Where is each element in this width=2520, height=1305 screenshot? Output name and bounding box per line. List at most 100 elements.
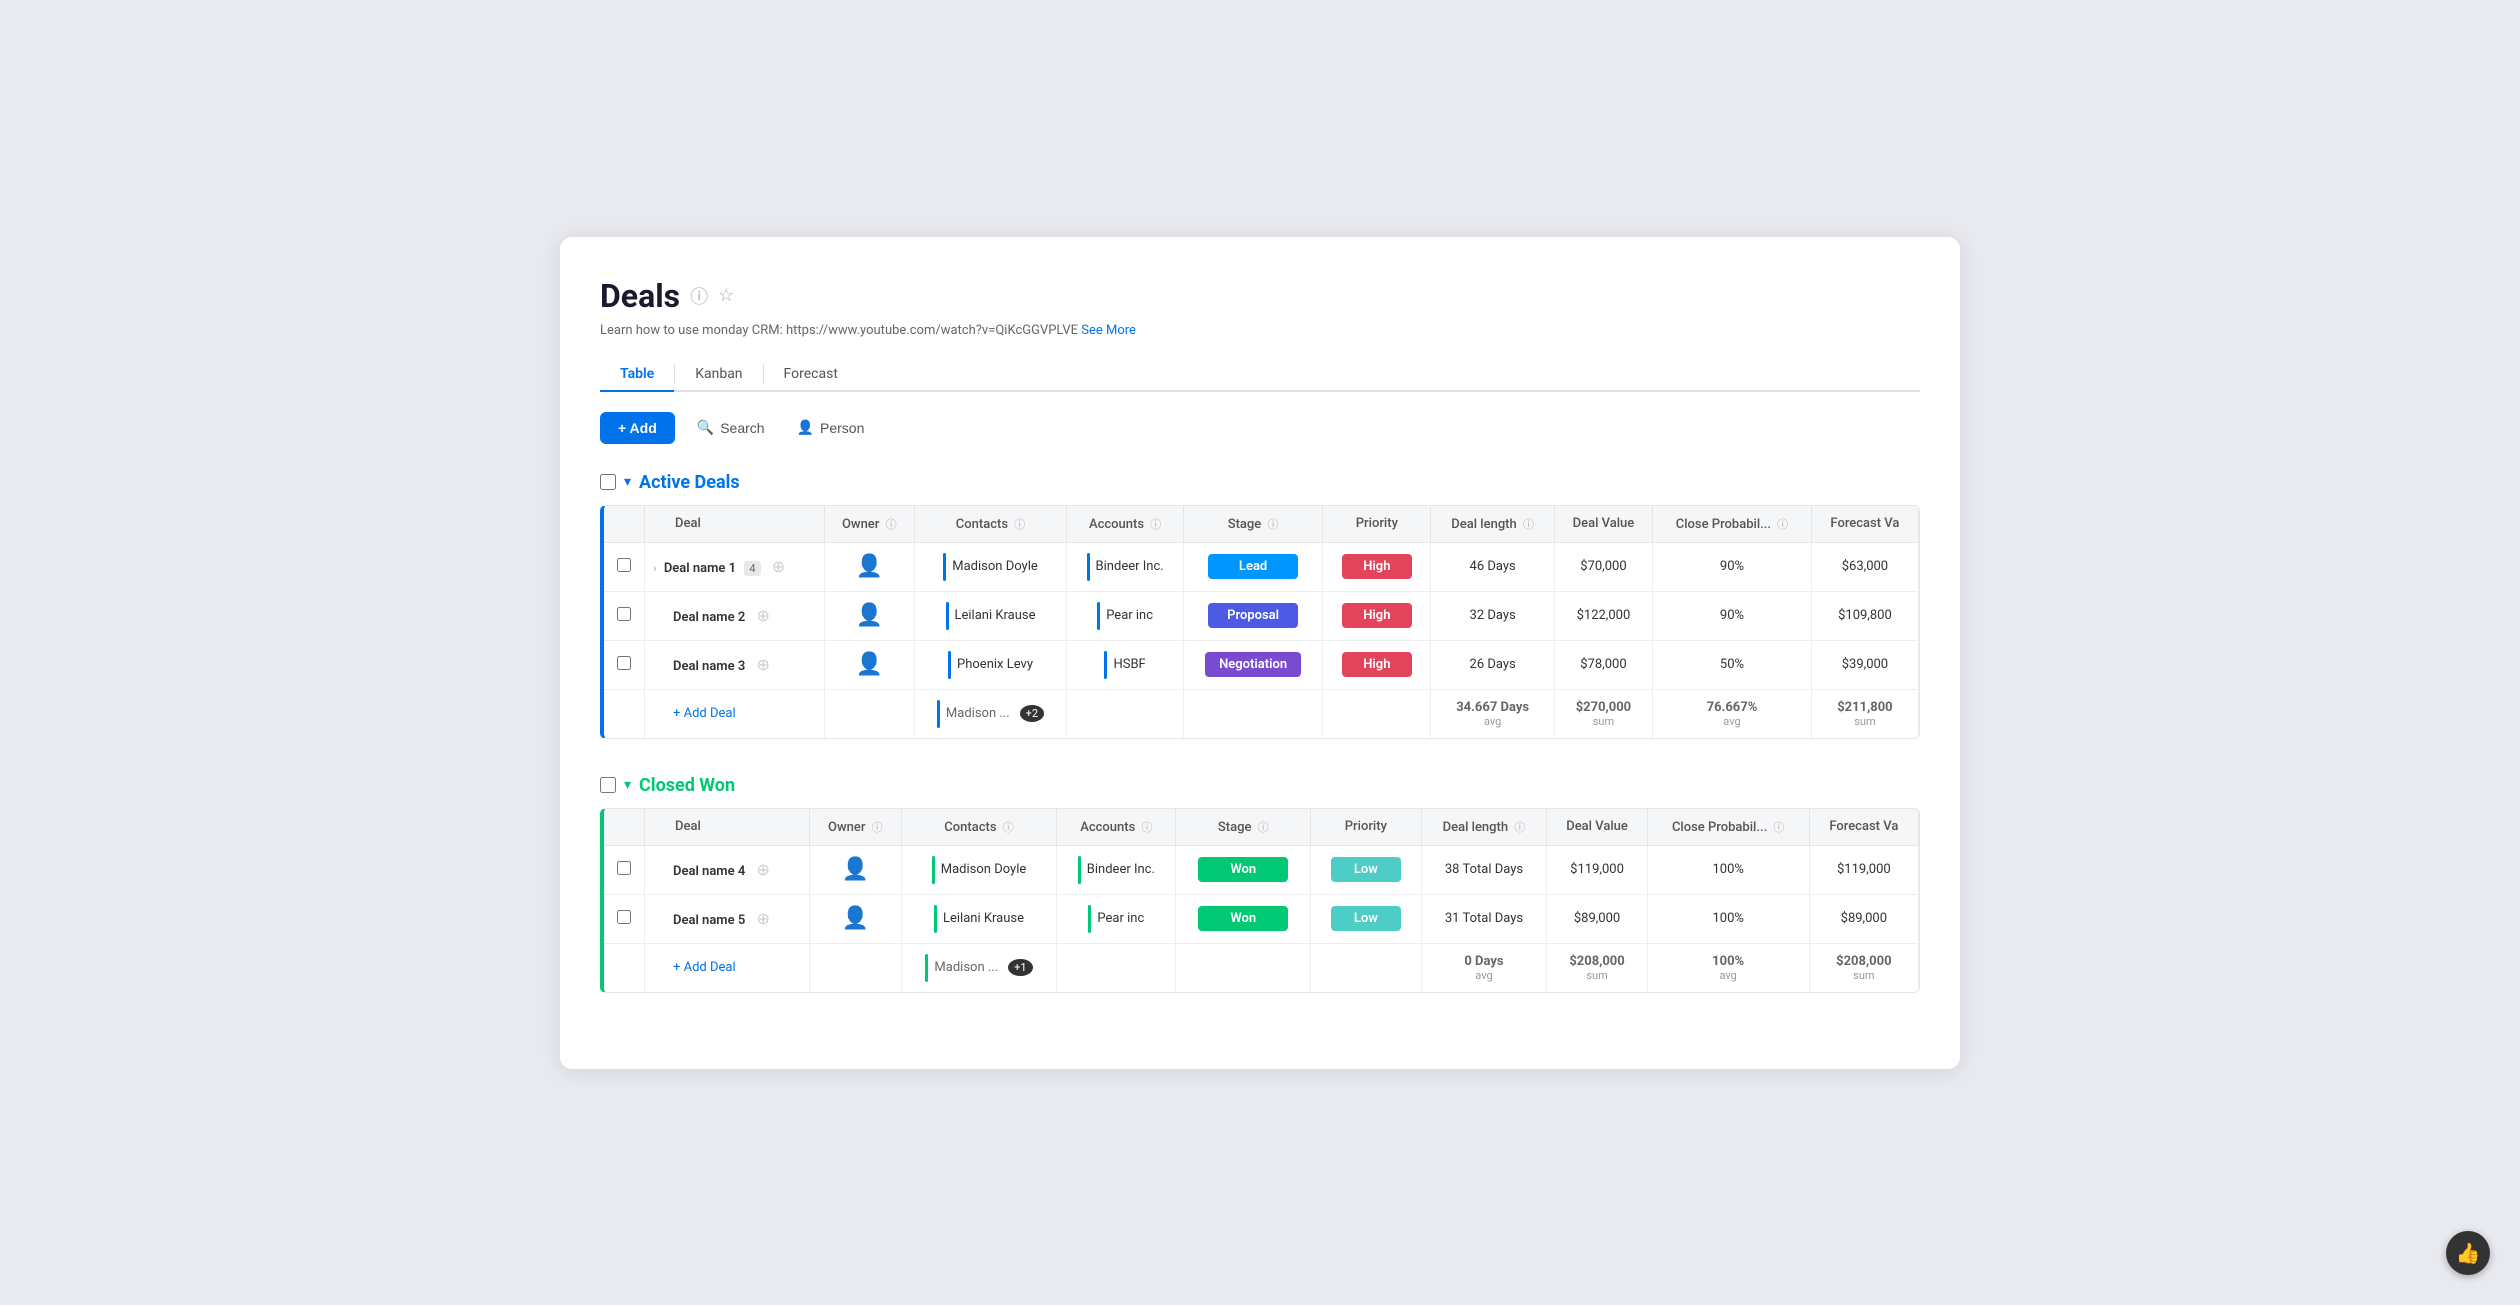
priority-cell: High	[1323, 542, 1431, 591]
table-row: Deal name 2 ⊕ 👤 Leilani Krause	[604, 591, 1919, 640]
active-deals-chevron[interactable]: ▾	[624, 474, 631, 490]
active-deals-table-wrap: Deal Owner ⓘ Contacts ⓘ Accounts ⓘ Stage…	[600, 505, 1920, 739]
account-name: Pear inc	[1097, 911, 1144, 926]
person-button[interactable]: 👤 Person	[787, 413, 875, 442]
contact-bar	[943, 553, 946, 581]
stage-cell: Proposal	[1183, 591, 1322, 640]
priority-badge[interactable]: High	[1342, 603, 1412, 628]
row-checkbox[interactable]	[617, 607, 631, 621]
forecast-val-cell: $89,000	[1809, 894, 1918, 943]
footer-contacts-cell: Madison ... +1	[901, 943, 1057, 992]
stage-badge[interactable]: Proposal	[1208, 603, 1298, 628]
row-check-cell	[604, 845, 645, 894]
close-prob-cell: 90%	[1653, 591, 1812, 640]
owner-cell: 👤	[824, 591, 914, 640]
col-priority: Priority	[1323, 506, 1431, 543]
row-checkbox[interactable]	[617, 656, 631, 670]
account-bar	[1097, 602, 1100, 630]
closed-won-header: ▾ Closed Won	[600, 775, 1920, 796]
star-icon[interactable]: ☆	[718, 285, 734, 306]
owner-cell: 👤	[824, 542, 914, 591]
stage-badge[interactable]: Won	[1198, 906, 1288, 931]
search-button[interactable]: 🔍 Search	[687, 413, 775, 442]
add-person-icon[interactable]: ⊕	[756, 909, 769, 928]
contacts-badge: +2	[1020, 705, 1044, 722]
col-deal: Deal	[645, 809, 810, 846]
stage-badge[interactable]: Won	[1198, 857, 1288, 882]
account-name: Pear inc	[1106, 608, 1153, 623]
contacts-cell: Madison Doyle	[914, 542, 1066, 591]
deal-name: Deal name 4	[673, 864, 745, 879]
col-owner: Owner ⓘ	[824, 506, 914, 543]
tab-table[interactable]: Table	[600, 358, 674, 392]
col-priority: Priority	[1311, 809, 1421, 846]
add-person-icon[interactable]: ⊕	[756, 655, 769, 674]
stage-cell: Lead	[1183, 542, 1322, 591]
priority-cell: High	[1323, 640, 1431, 689]
feedback-button[interactable]: 👍	[2446, 1231, 2490, 1275]
priority-badge[interactable]: Low	[1331, 857, 1401, 882]
add-deal-row[interactable]: + Add Deal Madison ... +1	[604, 943, 1919, 992]
contact-bar	[946, 602, 949, 630]
add-person-icon[interactable]: ⊕	[772, 557, 785, 576]
summary-prob: 76.667% avg	[1653, 689, 1812, 738]
stage-badge[interactable]: Lead	[1208, 554, 1298, 579]
contact-name: Leilani Krause	[955, 608, 1036, 623]
stage-cell: Negotiation	[1183, 640, 1322, 689]
active-deals-table: Deal Owner ⓘ Contacts ⓘ Accounts ⓘ Stage…	[604, 506, 1919, 738]
contact-name: Leilani Krause	[943, 911, 1024, 926]
summary-prob: 100% avg	[1647, 943, 1809, 992]
contact-bar	[932, 856, 935, 884]
deal-value-cell: $70,000	[1554, 542, 1652, 591]
closed-won-chevron[interactable]: ▾	[624, 777, 631, 793]
row-check-cell	[604, 591, 645, 640]
tab-kanban[interactable]: Kanban	[675, 358, 762, 392]
active-deals-checkbox[interactable]	[600, 474, 616, 490]
priority-badge[interactable]: High	[1342, 652, 1412, 677]
col-close-prob: Close Probabil... ⓘ	[1653, 506, 1812, 543]
add-deal-label[interactable]: + Add Deal	[645, 689, 825, 738]
closed-won-table: Deal Owner ⓘ Contacts ⓘ Accounts ⓘ Stage…	[604, 809, 1919, 992]
info-icon[interactable]: ⓘ	[690, 283, 708, 309]
row-checkbox[interactable]	[617, 910, 631, 924]
add-person-icon[interactable]: ⊕	[756, 860, 769, 879]
tab-forecast[interactable]: Forecast	[764, 358, 858, 392]
deal-length-cell: 32 Days	[1431, 591, 1554, 640]
add-deal-row[interactable]: + Add Deal Madison ... +2	[604, 689, 1919, 738]
col-stage: Stage ⓘ	[1176, 809, 1311, 846]
row-checkbox[interactable]	[617, 558, 631, 572]
closed-won-checkbox[interactable]	[600, 777, 616, 793]
row-checkbox[interactable]	[617, 861, 631, 875]
add-button[interactable]: + Add	[600, 412, 675, 444]
col-owner: Owner ⓘ	[809, 809, 901, 846]
deal-name-cell: Deal name 2 ⊕	[645, 591, 825, 640]
deal-subcount: 4	[744, 561, 760, 576]
add-person-icon[interactable]: ⊕	[756, 606, 769, 625]
col-contacts: Contacts ⓘ	[901, 809, 1057, 846]
priority-badge[interactable]: High	[1342, 554, 1412, 579]
col-stage: Stage ⓘ	[1183, 506, 1322, 543]
forecast-val-cell: $119,000	[1809, 845, 1918, 894]
row-check-cell	[604, 640, 645, 689]
priority-cell: High	[1323, 591, 1431, 640]
col-close-prob: Close Probabil... ⓘ	[1647, 809, 1809, 846]
close-prob-cell: 100%	[1647, 845, 1809, 894]
owner-cell: 👤	[824, 640, 914, 689]
add-deal-check	[604, 943, 645, 992]
col-deal-value: Deal Value	[1547, 809, 1647, 846]
avatar-icon: 👤	[856, 554, 883, 579]
see-more-link[interactable]: See More	[1081, 323, 1136, 338]
summary-forecast: $211,800 sum	[1811, 689, 1918, 738]
expand-icon[interactable]: ›	[653, 561, 657, 575]
col-check	[604, 506, 645, 543]
stage-badge[interactable]: Negotiation	[1205, 652, 1301, 677]
deal-name-cell: Deal name 5 ⊕	[645, 894, 810, 943]
add-deal-label[interactable]: + Add Deal	[645, 943, 810, 992]
deal-length-cell: 46 Days	[1431, 542, 1554, 591]
deal-value-cell: $122,000	[1554, 591, 1652, 640]
summary-forecast: $208,000 sum	[1809, 943, 1918, 992]
priority-badge[interactable]: Low	[1331, 906, 1401, 931]
active-deals-header: ▾ Active Deals	[600, 472, 1920, 493]
footer-contacts-cell: Madison ... +2	[914, 689, 1066, 738]
col-accounts: Accounts ⓘ	[1057, 809, 1176, 846]
